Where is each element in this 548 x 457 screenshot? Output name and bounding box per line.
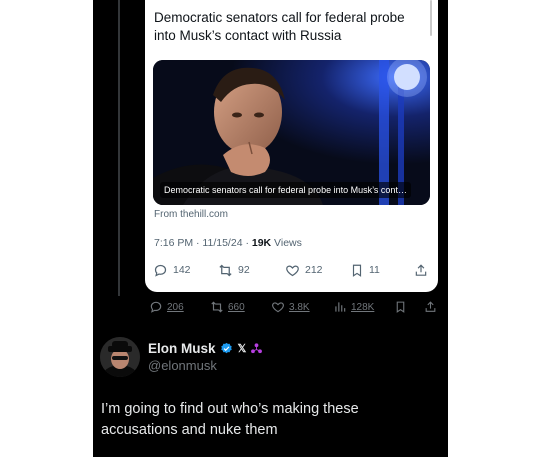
like-count: 212 <box>305 264 323 276</box>
author-line: Elon Musk 𝕏 <box>148 341 263 356</box>
reply-icon <box>150 301 162 313</box>
heart-icon <box>272 302 284 313</box>
reply-count: 142 <box>173 264 191 276</box>
bookmark-button[interactable] <box>394 298 407 316</box>
quoted-post-actions: 142 92 212 11 <box>145 261 438 279</box>
views-count: 19K <box>251 237 272 249</box>
post-text: I’m going to find out who’s making these… <box>101 401 359 438</box>
views-label: Views <box>271 237 302 249</box>
share-icon <box>415 263 427 276</box>
like-button[interactable]: 3.8K <box>271 298 310 316</box>
parent-post-actions: 206 660 3.8K 128K <box>93 298 448 316</box>
repost-button[interactable]: 92 <box>218 261 250 279</box>
heart-icon <box>286 264 299 276</box>
repost-count: 92 <box>238 264 250 276</box>
verified-badge-icon <box>220 342 232 354</box>
share-button[interactable] <box>414 261 428 279</box>
quoted-post-card[interactable]: Democratic senators call for federal pro… <box>145 0 438 292</box>
post-timestamp: 7:16 PM · 11/15/24 · 19K Views <box>154 237 302 249</box>
bookmark-count: 11 <box>369 264 380 276</box>
x-logo-icon: 𝕏 <box>237 343 247 355</box>
views-button[interactable]: 128K <box>333 298 374 316</box>
share-button[interactable] <box>424 298 437 316</box>
avatar[interactable] <box>100 337 140 377</box>
link-domain[interactable]: From thehill.com <box>154 209 228 220</box>
reply-count: 206 <box>167 301 184 313</box>
bookmark-icon <box>352 264 362 277</box>
thread-line <box>118 0 120 296</box>
affiliate-icon <box>251 343 263 354</box>
views-icon <box>335 302 346 312</box>
views-count: 128K <box>351 301 375 313</box>
author-handle[interactable]: @elonmusk <box>148 358 217 373</box>
reply-icon <box>154 264 167 277</box>
quoted-post-text: Democratic senators call for federal pro… <box>154 10 405 43</box>
like-button[interactable]: 212 <box>285 261 323 279</box>
repost-icon <box>219 264 232 276</box>
reply-button[interactable]: 206 <box>149 298 184 316</box>
repost-icon <box>211 301 223 313</box>
bookmark-icon <box>396 301 405 313</box>
bookmark-button[interactable]: 11 <box>350 261 380 279</box>
timestamp-text: 7:16 PM · 11/15/24 · <box>154 237 252 249</box>
link-preview-caption: Democratic senators call for federal pro… <box>160 182 411 198</box>
repost-count: 660 <box>228 301 245 313</box>
author-name[interactable]: Elon Musk <box>148 341 216 356</box>
like-count: 3.8K <box>289 301 310 313</box>
share-icon <box>425 301 436 312</box>
phone-screen: Democratic senators call for federal pro… <box>93 0 448 457</box>
link-preview-card[interactable]: Democratic senators call for federal pro… <box>153 60 430 205</box>
scrollbar[interactable] <box>430 0 432 36</box>
reply-button[interactable]: 142 <box>153 261 191 279</box>
repost-button[interactable]: 660 <box>210 298 245 316</box>
